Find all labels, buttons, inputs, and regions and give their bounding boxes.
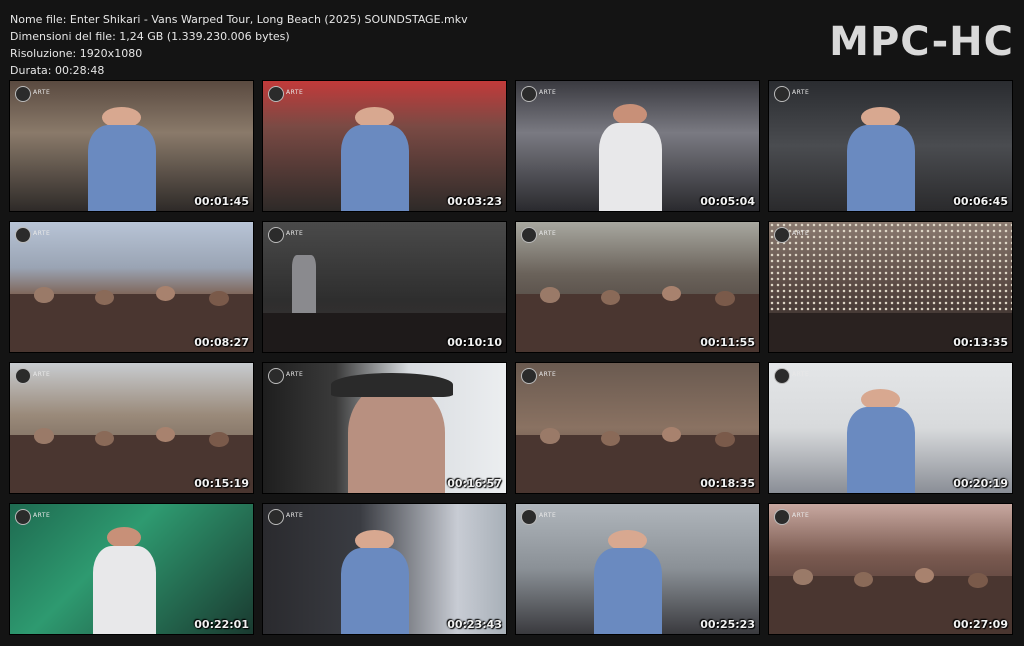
channel-logo-icon xyxy=(268,227,284,243)
thumbnail: ARTE 00:05:04 xyxy=(516,81,759,211)
scene-figure xyxy=(209,431,229,448)
channel-logo-text: ARTE xyxy=(792,512,810,519)
resolution: Risoluzione: 1920x1080 xyxy=(10,47,143,60)
timestamp: 00:20:19 xyxy=(953,477,1008,490)
timestamp: 00:13:35 xyxy=(953,336,1008,349)
thumbnail-grid: ARTE 00:01:45 ARTE 00:03:23 ARTE 00:05:04 ARTE… xyxy=(10,81,1012,635)
scene-figure xyxy=(34,428,54,444)
thumbnail: ARTE 00:16:57 xyxy=(263,363,506,493)
channel-logo-text: ARTE xyxy=(286,230,304,237)
scene-figure xyxy=(715,290,735,307)
channel-logo-icon xyxy=(521,368,537,384)
scene-figure xyxy=(348,382,446,493)
timestamp: 00:03:23 xyxy=(447,195,502,208)
thumbnail: ARTE 00:10:10 xyxy=(263,222,506,352)
channel-logo-text: ARTE xyxy=(33,512,51,519)
channel-logo-text: ARTE xyxy=(539,371,557,378)
channel-logo-icon xyxy=(15,227,31,243)
timestamp: 00:18:35 xyxy=(700,477,755,490)
scene-figure xyxy=(34,287,54,303)
channel-logo-icon xyxy=(774,227,790,243)
scene-figure xyxy=(540,287,560,303)
channel-logo-icon xyxy=(521,86,537,102)
thumbnail: ARTE 00:22:01 xyxy=(10,504,253,634)
thumbnail: ARTE 00:20:19 xyxy=(769,363,1012,493)
channel-logo-text: ARTE xyxy=(792,89,810,96)
channel-logo-text: ARTE xyxy=(286,512,304,519)
timestamp: 00:25:23 xyxy=(700,618,755,631)
scene-figure xyxy=(715,431,735,448)
thumbnail: ARTE 00:03:23 xyxy=(263,81,506,211)
channel-logo-icon xyxy=(15,368,31,384)
channel-logo-icon xyxy=(774,368,790,384)
timestamp: 00:16:57 xyxy=(447,477,502,490)
channel-logo-text: ARTE xyxy=(286,89,304,96)
timestamp: 00:06:45 xyxy=(953,195,1008,208)
scene-figure xyxy=(968,572,988,589)
scene-figure xyxy=(598,122,662,211)
channel-logo-icon xyxy=(521,509,537,525)
scene-figure xyxy=(292,254,317,313)
file-info: Nome file: Enter Shikari - Vans Warped T… xyxy=(10,11,468,79)
thumbnail: ARTE 00:11:55 xyxy=(516,222,759,352)
scene-figure xyxy=(331,373,453,397)
file-name: Nome file: Enter Shikari - Vans Warped T… xyxy=(10,13,468,26)
mpc-hc-logo: MPC-HC xyxy=(829,19,1014,65)
channel-logo-icon xyxy=(268,86,284,102)
timestamp: 00:22:01 xyxy=(194,618,249,631)
timestamp: 00:11:55 xyxy=(700,336,755,349)
scene-figure xyxy=(340,548,409,634)
scene-figure xyxy=(793,569,813,585)
thumbnail: ARTE 00:15:19 xyxy=(10,363,253,493)
timestamp: 00:15:19 xyxy=(194,477,249,490)
thumbnail: ARTE 00:06:45 xyxy=(769,81,1012,211)
channel-logo-icon xyxy=(15,509,31,525)
channel-logo-text: ARTE xyxy=(33,371,51,378)
thumbnail: ARTE 00:25:23 xyxy=(516,504,759,634)
channel-logo-text: ARTE xyxy=(33,230,51,237)
channel-logo-text: ARTE xyxy=(286,371,304,378)
thumbnail: ARTE 00:08:27 xyxy=(10,222,253,352)
thumbnail: ARTE 00:01:45 xyxy=(10,81,253,211)
timestamp: 00:23:43 xyxy=(447,618,502,631)
duration: Durata: 00:28:48 xyxy=(10,64,105,77)
scene-figure xyxy=(540,428,560,444)
scene-figure xyxy=(209,290,229,307)
channel-logo-icon xyxy=(774,509,790,525)
scene-figure xyxy=(593,548,662,634)
channel-logo-icon xyxy=(521,227,537,243)
channel-logo-text: ARTE xyxy=(539,89,557,96)
scene-figure xyxy=(846,407,915,493)
timestamp: 00:01:45 xyxy=(194,195,249,208)
scene-figure xyxy=(92,545,156,634)
channel-logo-icon xyxy=(774,86,790,102)
timestamp: 00:08:27 xyxy=(194,336,249,349)
channel-logo-icon xyxy=(15,86,31,102)
scene-figure xyxy=(87,125,156,211)
thumbnail: ARTE 00:27:09 xyxy=(769,504,1012,634)
thumbnail: ARTE 00:18:35 xyxy=(516,363,759,493)
channel-logo-icon xyxy=(268,368,284,384)
thumbnail: ARTE 00:13:35 xyxy=(769,222,1012,352)
scene-figure xyxy=(846,125,915,211)
timestamp: 00:27:09 xyxy=(953,618,1008,631)
channel-logo-text: ARTE xyxy=(33,89,51,96)
channel-logo-icon xyxy=(268,509,284,525)
channel-logo-text: ARTE xyxy=(539,512,557,519)
channel-logo-text: ARTE xyxy=(792,230,810,237)
thumbnail: ARTE 00:23:43 xyxy=(263,504,506,634)
scene-figure xyxy=(340,125,409,211)
channel-logo-text: ARTE xyxy=(792,371,810,378)
file-size: Dimensioni del file: 1,24 GB (1.339.230.… xyxy=(10,30,290,43)
timestamp: 00:10:10 xyxy=(447,336,502,349)
timestamp: 00:05:04 xyxy=(700,195,755,208)
channel-logo-text: ARTE xyxy=(539,230,557,237)
